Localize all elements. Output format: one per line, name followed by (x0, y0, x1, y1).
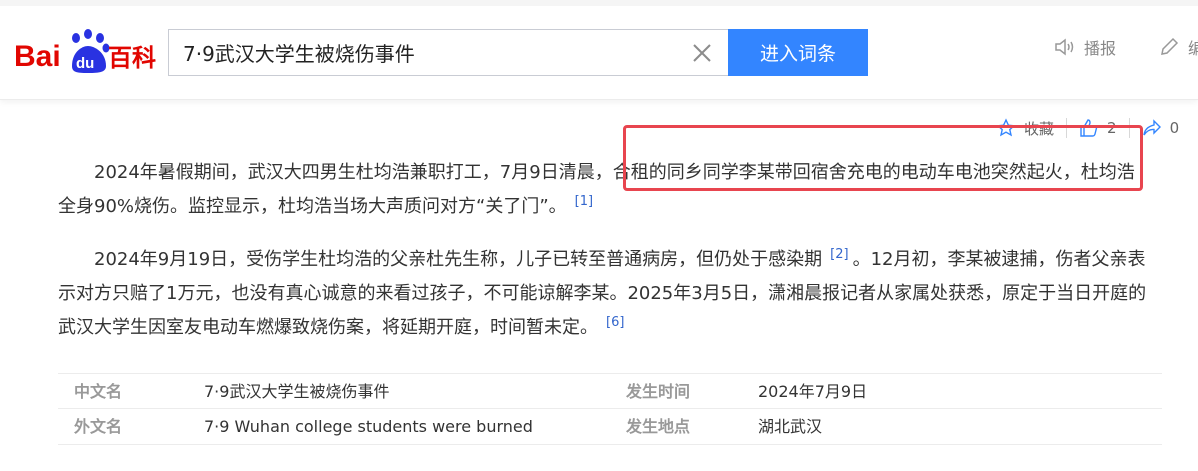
top-strip (0, 0, 1198, 6)
info-table: 中文名 7·9武汉大学生被烧伤事件 发生时间 2024年7月9日 外文名 7·9… (58, 373, 1162, 445)
search-input[interactable] (183, 30, 683, 75)
reference-2[interactable]: [2] (830, 247, 848, 262)
logo-text-bai: Bai (14, 40, 61, 73)
info-label-location: 发生地点 (626, 417, 691, 436)
action-bar: 收藏 2 0 (996, 116, 1179, 140)
reference-6[interactable]: [6] (606, 315, 624, 330)
like-button[interactable]: 2 (1079, 118, 1117, 138)
share-count: 0 (1169, 119, 1180, 137)
edit-label: 编 (1188, 39, 1198, 58)
divider (1066, 118, 1068, 138)
logo-text-du: du (76, 55, 94, 72)
edit-button[interactable]: 编 (1158, 34, 1198, 60)
collect-button[interactable]: 收藏 (996, 118, 1054, 139)
broadcast-button[interactable]: 播报 (1054, 34, 1116, 60)
header: Bai du 百科 进入词条 播报 编 (0, 0, 1198, 100)
paragraph-1-text: 2024年暑假期间，武汉大四男生杜均浩兼职打工，7月9日清晨，合租的同乡同学李某… (58, 162, 1135, 217)
logo-text-baike: 百科 (108, 44, 156, 72)
info-label-foreign-name: 外文名 (74, 417, 123, 436)
like-count: 2 (1107, 119, 1117, 137)
enter-entry-button[interactable]: 进入词条 (728, 29, 868, 76)
divider (1128, 118, 1130, 138)
collect-label: 收藏 (1024, 119, 1055, 138)
star-icon (996, 118, 1016, 137)
info-row: 中文名 7·9武汉大学生被烧伤事件 发生时间 2024年7月9日 (58, 373, 1162, 409)
baidu-baike-logo[interactable]: Bai du 百科 (14, 26, 159, 76)
share-icon (1142, 119, 1161, 136)
clear-icon[interactable] (691, 42, 713, 64)
share-button[interactable]: 0 (1142, 118, 1180, 138)
broadcast-label: 播报 (1084, 39, 1117, 58)
info-label-time: 发生时间 (626, 382, 691, 401)
reference-1[interactable]: [1] (575, 194, 593, 209)
paragraph-1: 2024年暑假期间，武汉大四男生杜均浩兼职打工，7月9日清晨，合租的同乡同学李某… (58, 156, 1148, 224)
thumbs-up-icon (1080, 119, 1098, 137)
pencil-icon (1161, 37, 1179, 55)
info-value-time: 2024年7月9日 (758, 382, 868, 401)
info-label-chinese-name: 中文名 (74, 382, 123, 401)
info-row: 外文名 7·9 Wuhan college students were burn… (58, 409, 1162, 445)
search-box (168, 29, 730, 76)
info-value-location[interactable]: 湖北武汉 (758, 409, 822, 445)
paragraph-2-text-a: 2024年9月19日，受伤学生杜均浩的父亲杜先生称，儿子已转至普通病房，但仍处于… (94, 249, 823, 270)
info-value-chinese-name: 7·9武汉大学生被烧伤事件 (204, 382, 390, 401)
paragraph-2: 2024年9月19日，受伤学生杜均浩的父亲杜先生称，儿子已转至普通病房，但仍处于… (58, 243, 1148, 345)
info-value-foreign-name: 7·9 Wuhan college students were burned (204, 417, 533, 436)
speaker-icon (1055, 38, 1074, 56)
